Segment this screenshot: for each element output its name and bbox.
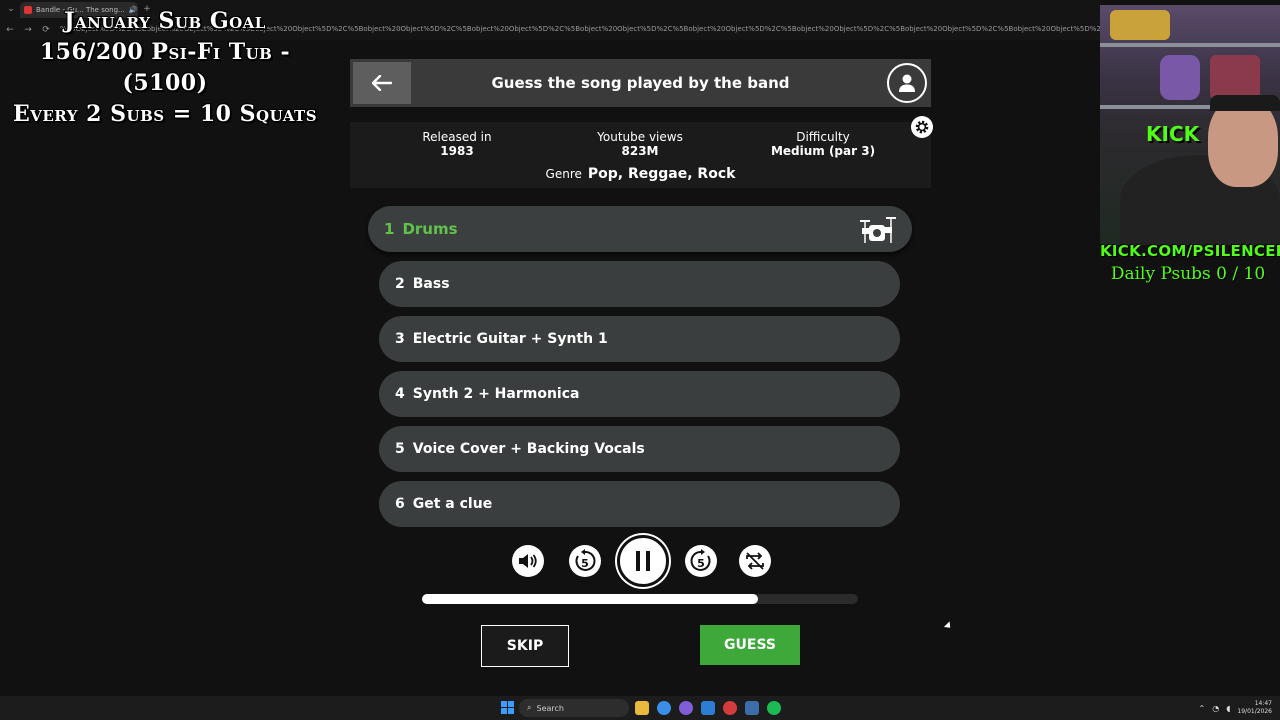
track-label: Electric Guitar + Synth 1: [412, 331, 608, 347]
released-info: Released in 1983: [407, 130, 507, 158]
goal-progress: 156/200 Psi-Fi Tub - (5100): [39, 39, 291, 96]
forward-seconds: 5: [697, 557, 705, 570]
app-icon[interactable]: [701, 701, 715, 715]
track-item-2[interactable]: 2 Bass: [379, 261, 900, 307]
difficulty-info: Difficulty Medium (par 3): [763, 130, 883, 158]
tray-chevron-icon[interactable]: ⌃: [1199, 704, 1206, 713]
page-title: Guess the song played by the band: [491, 74, 790, 92]
search-icon: ⌕: [527, 703, 532, 712]
plush-figure: [1160, 55, 1200, 100]
views-label: Youtube views: [597, 130, 683, 144]
playback-progress-fill: [422, 594, 758, 604]
genre-label: Genre: [545, 167, 582, 181]
windows-taskbar: ⌕ Search ⌃ ◔ ◖ 14:47 19/01/2026: [0, 696, 1280, 720]
goal-reward: Every 2 Subs = 10 Squats: [12, 101, 318, 127]
rewind-seconds: 5: [581, 557, 589, 570]
sub-goal-overlay: January Sub Goal 156/200 Psi-Fi Tub - (5…: [0, 6, 330, 130]
track-item-6[interactable]: 6 Get a clue: [379, 481, 900, 527]
settings-button[interactable]: [911, 116, 933, 138]
track-label: Get a clue: [412, 496, 493, 512]
difficulty-label: Difficulty: [796, 130, 850, 144]
chrome-icon[interactable]: [657, 701, 671, 715]
clock-time: 14:47: [1254, 700, 1272, 707]
track-number: 4: [395, 386, 405, 402]
pause-icon: [636, 551, 650, 571]
volume-button[interactable]: [512, 545, 544, 577]
released-value: 1983: [440, 144, 474, 158]
network-icon[interactable]: ◔: [1212, 704, 1219, 713]
track-label: Drums: [402, 220, 458, 238]
game-header: Guess the song played by the band: [350, 59, 931, 107]
drum-kit-icon: [860, 217, 896, 243]
profile-button[interactable]: [887, 63, 927, 103]
difficulty-value: Medium (par 3): [770, 144, 876, 158]
discord-icon[interactable]: [679, 701, 693, 715]
shelf-toys: [1110, 10, 1170, 40]
goal-title: January Sub Goal: [64, 8, 266, 34]
daily-subs-counter: Daily Psubs 0 / 10: [1110, 264, 1266, 284]
user-icon: [899, 74, 915, 92]
spotify-icon[interactable]: [767, 701, 781, 715]
speaker-icon[interactable]: ◖: [1226, 704, 1230, 713]
genre-info: Genre Pop, Reggae, Rock: [350, 166, 931, 182]
forward-icon: 5: [690, 549, 711, 571]
released-label: Released in: [422, 130, 492, 144]
track-label: Synth 2 + Harmonica: [412, 386, 580, 402]
mouse-cursor-icon: [943, 621, 954, 631]
kick-logo: KICK: [1146, 122, 1200, 146]
pause-button[interactable]: [617, 535, 669, 587]
search-placeholder: Search: [536, 703, 564, 713]
track-item-3[interactable]: 3 Electric Guitar + Synth 1: [379, 316, 900, 362]
genre-value: Pop, Reggae, Rock: [587, 166, 736, 182]
gear-icon: [915, 120, 929, 134]
volume-icon: [519, 554, 537, 568]
track-number: 2: [395, 276, 405, 292]
taskbar-search[interactable]: ⌕ Search: [519, 699, 629, 717]
track-item-5[interactable]: 5 Voice Cover + Backing Vocals: [379, 426, 900, 472]
track-label: Bass: [412, 276, 450, 292]
kick-url-text: KICK.COM/PSILENCER: [1100, 242, 1280, 260]
taskbar-clock[interactable]: 14:47 19/01/2026: [1237, 700, 1272, 716]
repeat-off-button[interactable]: [739, 545, 771, 577]
views-value: 823M: [621, 144, 659, 158]
track-number: 5: [395, 441, 405, 457]
rewind-icon: 5: [575, 549, 596, 571]
playback-progress-bar[interactable]: [422, 594, 858, 604]
start-button[interactable]: [501, 701, 514, 714]
guess-button[interactable]: GUESS: [700, 625, 800, 665]
track-number: 3: [395, 331, 405, 347]
headphones: [1210, 95, 1280, 111]
track-item-4[interactable]: 4 Synth 2 + Harmonica: [379, 371, 900, 417]
track-number: 6: [395, 496, 405, 512]
rewind-5-button[interactable]: 5: [569, 545, 601, 577]
arrow-left-icon: [372, 75, 392, 91]
system-tray: ⌃ ◔ ◖ 14:47 19/01/2026: [1199, 696, 1280, 720]
repeat-off-icon: [746, 552, 764, 570]
obs-icon[interactable]: [723, 701, 737, 715]
track-label: Voice Cover + Backing Vocals: [412, 441, 645, 457]
skip-button[interactable]: SKIP: [481, 625, 569, 667]
file-explorer-icon[interactable]: [635, 701, 649, 715]
steam-icon[interactable]: [745, 701, 759, 715]
song-info-panel: Released in 1983 Youtube views 823M Diff…: [350, 122, 931, 188]
forward-5-button[interactable]: 5: [685, 545, 717, 577]
clock-date: 19/01/2026: [1237, 708, 1272, 715]
track-item-1[interactable]: 1 Drums: [368, 206, 912, 252]
track-number: 1: [384, 220, 395, 238]
views-info: Youtube views 823M: [580, 130, 700, 158]
shelf-boxes: [1210, 55, 1260, 100]
back-button[interactable]: [353, 62, 411, 104]
